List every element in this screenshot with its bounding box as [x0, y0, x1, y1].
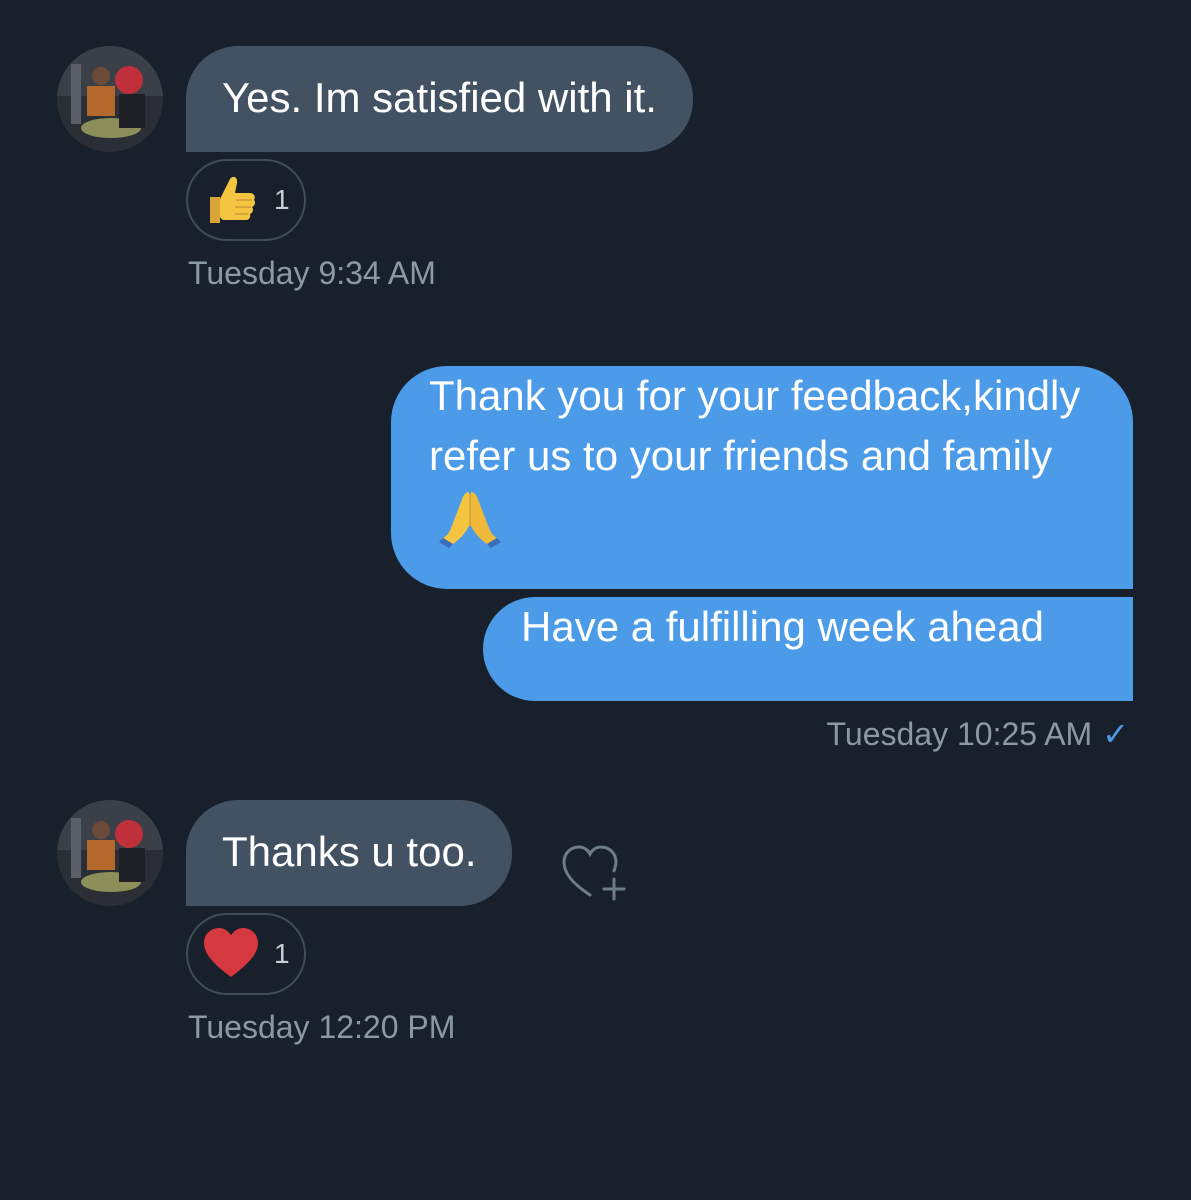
- message-text: Thanks u too.: [222, 828, 477, 875]
- timestamp-row: Tuesday 10:25 AM ✓: [827, 714, 1129, 754]
- dm-conversation: Yes. Im satisfied with it. 1 Tuesday 9:3…: [0, 0, 1191, 1200]
- timestamp: Tuesday 12:20 PM: [188, 1009, 456, 1045]
- avatar[interactable]: [57, 800, 163, 906]
- message-bubble-incoming[interactable]: Yes. Im satisfied with it.: [186, 46, 693, 152]
- folded-hands-icon: [439, 492, 501, 548]
- reaction-pill[interactable]: 1: [186, 159, 306, 241]
- heart-plus-icon[interactable]: [560, 843, 632, 903]
- message-bubble-outgoing[interactable]: Thank you for your feedback,kindly refer…: [391, 366, 1133, 589]
- avatar[interactable]: [57, 46, 163, 152]
- reaction-count: 1: [274, 184, 290, 215]
- message-text: Have a fulfilling week ahead: [521, 603, 1044, 650]
- reaction-count: 1: [274, 938, 290, 969]
- message-bubble-incoming[interactable]: Thanks u too.: [186, 800, 513, 906]
- thumbs-up-icon: [210, 176, 256, 223]
- message-text: Thank you for your feedback,kindly refer…: [429, 372, 1081, 479]
- read-check-icon: ✓: [1102, 716, 1129, 752]
- timestamp: Tuesday 10:25 AM: [826, 716, 1093, 752]
- message-text: Yes. Im satisfied with it.: [222, 74, 657, 121]
- heart-icon: [204, 928, 258, 977]
- avatar-photo: [57, 46, 163, 152]
- avatar-photo: [57, 800, 163, 906]
- reaction-pill[interactable]: 1: [186, 913, 306, 995]
- timestamp: Tuesday 9:34 AM: [188, 255, 436, 291]
- message-bubble-outgoing[interactable]: Have a fulfilling week ahead: [483, 597, 1133, 701]
